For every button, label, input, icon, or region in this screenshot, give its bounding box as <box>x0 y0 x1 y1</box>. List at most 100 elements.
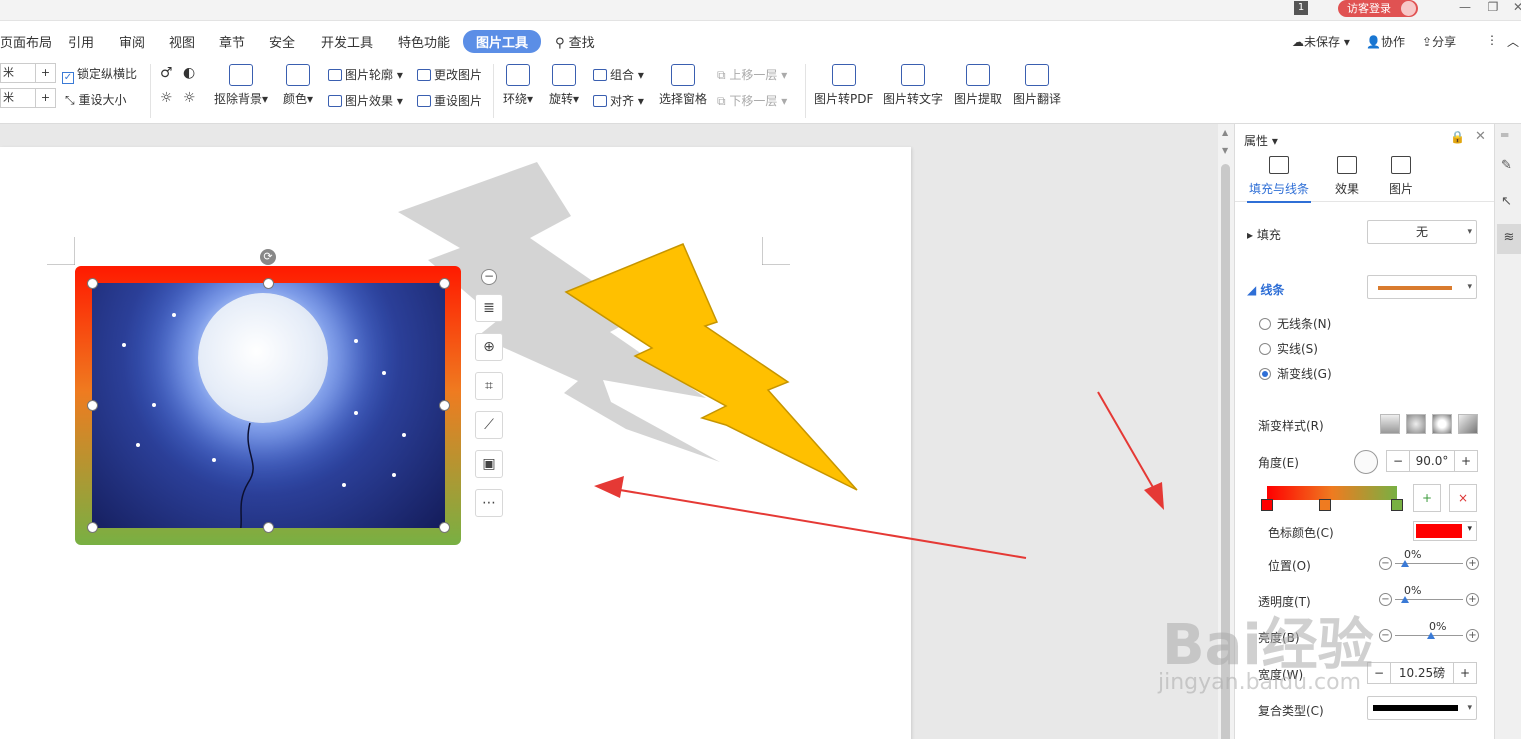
menu-chapter[interactable]: 章节 <box>219 32 245 51</box>
height-input[interactable]: 米 + <box>0 63 56 83</box>
to-text-button[interactable]: 图片转文字 <box>883 64 943 107</box>
gradient-line-radio[interactable]: 渐变线(G) <box>1259 365 1332 382</box>
bring-forward-button[interactable]: ⧉ 上移一层 ▾ <box>717 66 787 83</box>
gradient-style-radial[interactable] <box>1406 414 1426 434</box>
group-button[interactable]: 组合 ▾ <box>593 66 644 83</box>
lock-ratio-checkbox[interactable]: ✓ 锁定纵横比 <box>62 65 137 84</box>
resize-handle[interactable] <box>87 400 98 411</box>
gradient-style-linear[interactable] <box>1380 414 1400 434</box>
width-plus-button[interactable]: + <box>1454 663 1476 683</box>
translate-button[interactable]: 图片翻译 <box>1013 64 1061 107</box>
change-picture-button[interactable]: 更改图片 <box>417 66 482 83</box>
login-button[interactable]: 访客登录 <box>1338 0 1418 17</box>
position-slider[interactable]: − 0% + <box>1379 548 1479 572</box>
outline-button[interactable]: 图片轮廓 ▾ <box>328 66 403 83</box>
line-color-dropdown[interactable] <box>1367 275 1477 299</box>
restore-icon[interactable]: ❐ <box>1483 0 1503 16</box>
angle-plus-button[interactable]: + <box>1455 451 1477 471</box>
transparency-slider[interactable]: − 0% + <box>1379 584 1479 608</box>
select-pane-button[interactable]: 选择窗格 <box>659 64 707 107</box>
menu-page-layout[interactable]: 页面布局 <box>0 32 52 51</box>
compound-type-dropdown[interactable] <box>1367 696 1477 720</box>
scroll-up-icon[interactable]: ▲ <box>1222 128 1228 137</box>
lock-icon[interactable]: 🔒 <box>1450 130 1465 144</box>
wrap-button[interactable]: 环绕▾ <box>503 64 533 107</box>
angle-minus-button[interactable]: − <box>1387 451 1409 471</box>
cursor-icon[interactable]: ↖ <box>1501 194 1517 210</box>
unsaved-button[interactable]: ☁未保存 ▾ <box>1292 33 1350 50</box>
share-button[interactable]: ⇪分享 <box>1422 33 1456 50</box>
menu-lines-icon[interactable]: ═ <box>1501 128 1517 144</box>
brightness-down-icon[interactable]: ☼ <box>183 90 196 106</box>
extract-button[interactable]: 图片提取 <box>954 64 1002 107</box>
gradient-style-rect[interactable] <box>1432 414 1452 434</box>
transparency-plus-button[interactable]: + <box>1466 593 1479 606</box>
gradient-bar[interactable] <box>1267 486 1397 500</box>
effect-button[interactable]: 图片效果 ▾ <box>328 92 403 109</box>
position-plus-button[interactable]: + <box>1466 557 1479 570</box>
zoom-in-icon[interactable]: ⊕ <box>475 333 503 361</box>
menu-security[interactable]: 安全 <box>269 32 295 51</box>
line-section-toggle[interactable]: ◢ 线条 <box>1247 281 1284 298</box>
close-icon[interactable]: ✕ <box>1508 0 1521 16</box>
resize-handle[interactable] <box>439 522 450 533</box>
collapse-ribbon-icon[interactable]: ︿ <box>1507 33 1519 50</box>
height-plus-button[interactable]: + <box>35 64 55 82</box>
menu-developer[interactable]: 开发工具 <box>321 32 373 51</box>
brightness-plus-button[interactable]: + <box>1466 629 1479 642</box>
width-input[interactable]: 米 + <box>0 88 56 108</box>
transparency-minus-button[interactable]: − <box>1379 593 1392 606</box>
angle-input[interactable]: −90.0° + <box>1386 450 1478 472</box>
resize-handle[interactable] <box>87 278 98 289</box>
gradient-stop-1[interactable] <box>1261 499 1273 511</box>
brightness-up-icon[interactable]: ☼ <box>160 90 173 106</box>
resize-handle[interactable] <box>263 278 274 289</box>
color-button[interactable]: 颜色▾ <box>283 64 313 107</box>
scroll-down-icon[interactable]: ▼ <box>1222 146 1228 155</box>
gradient-style-path[interactable] <box>1458 414 1478 434</box>
crop-icon[interactable]: ⌗ <box>475 372 503 400</box>
resize-handle[interactable] <box>439 278 450 289</box>
menu-features[interactable]: 特色功能 <box>398 32 450 51</box>
solid-line-radio[interactable]: 实线(S) <box>1259 340 1318 357</box>
menu-view[interactable]: 视图 <box>169 32 195 51</box>
crop-minus-icon[interactable]: ◐ <box>183 65 195 81</box>
resize-handle[interactable] <box>439 400 450 411</box>
crop-plus-icon[interactable]: ♂ <box>160 65 173 81</box>
align-button[interactable]: 对齐 ▾ <box>593 92 644 109</box>
magic-wand-icon[interactable]: ⟋ <box>475 411 503 439</box>
brightness-minus-button[interactable]: − <box>1379 629 1392 642</box>
resize-handle[interactable] <box>263 522 274 533</box>
line-width-input[interactable]: −10.25磅 + <box>1367 662 1477 684</box>
more-icon[interactable]: ⋮ <box>1486 33 1498 47</box>
remove-stop-icon[interactable]: × <box>1449 484 1477 512</box>
collab-button[interactable]: 👤协作 <box>1366 33 1405 50</box>
brightness-slider[interactable]: − 0% + <box>1379 620 1479 644</box>
rotate-button[interactable]: 旋转▾ <box>549 64 579 107</box>
more-options-icon[interactable]: ⋯ <box>475 489 503 517</box>
fill-section-toggle[interactable]: ▸ 填充 <box>1247 226 1281 243</box>
menu-review[interactable]: 审阅 <box>119 32 145 51</box>
reset-picture-button[interactable]: 重设图片 <box>417 92 482 109</box>
minimize-icon[interactable]: — <box>1455 0 1475 16</box>
tab-picture-tools[interactable]: 图片工具 <box>463 30 542 53</box>
menu-references[interactable]: 引用 <box>68 32 94 51</box>
to-pdf-button[interactable]: 图片转PDF <box>814 64 873 107</box>
night-sky-picture[interactable] <box>92 283 445 528</box>
tab-fill-line[interactable]: 填充与线条 <box>1247 154 1311 203</box>
tab-effect[interactable]: 效果 <box>1331 154 1363 197</box>
no-line-radio[interactable]: 无线条(N) <box>1259 315 1331 332</box>
resize-handle[interactable] <box>87 522 98 533</box>
change-image-icon[interactable]: ▣ <box>475 450 503 478</box>
angle-dial[interactable] <box>1354 450 1378 474</box>
remove-bg-button[interactable]: 抠除背景▾ <box>214 64 268 107</box>
stop-color-dropdown[interactable]: ▾ <box>1413 521 1477 541</box>
layout-options-icon[interactable]: ≣ <box>475 294 503 322</box>
width-plus-button[interactable]: + <box>35 89 55 107</box>
close-panel-icon[interactable]: ✕ <box>1475 129 1486 144</box>
properties-icon[interactable]: ≋ <box>1497 224 1521 254</box>
search-tab[interactable]: ⚲ 查找 <box>555 32 595 51</box>
reset-size-button[interactable]: ⤡ 重设大小 <box>65 91 126 108</box>
panel-title[interactable]: 属性 ▾ <box>1244 132 1278 149</box>
send-backward-button[interactable]: ⧉ 下移一层 ▾ <box>717 92 787 109</box>
